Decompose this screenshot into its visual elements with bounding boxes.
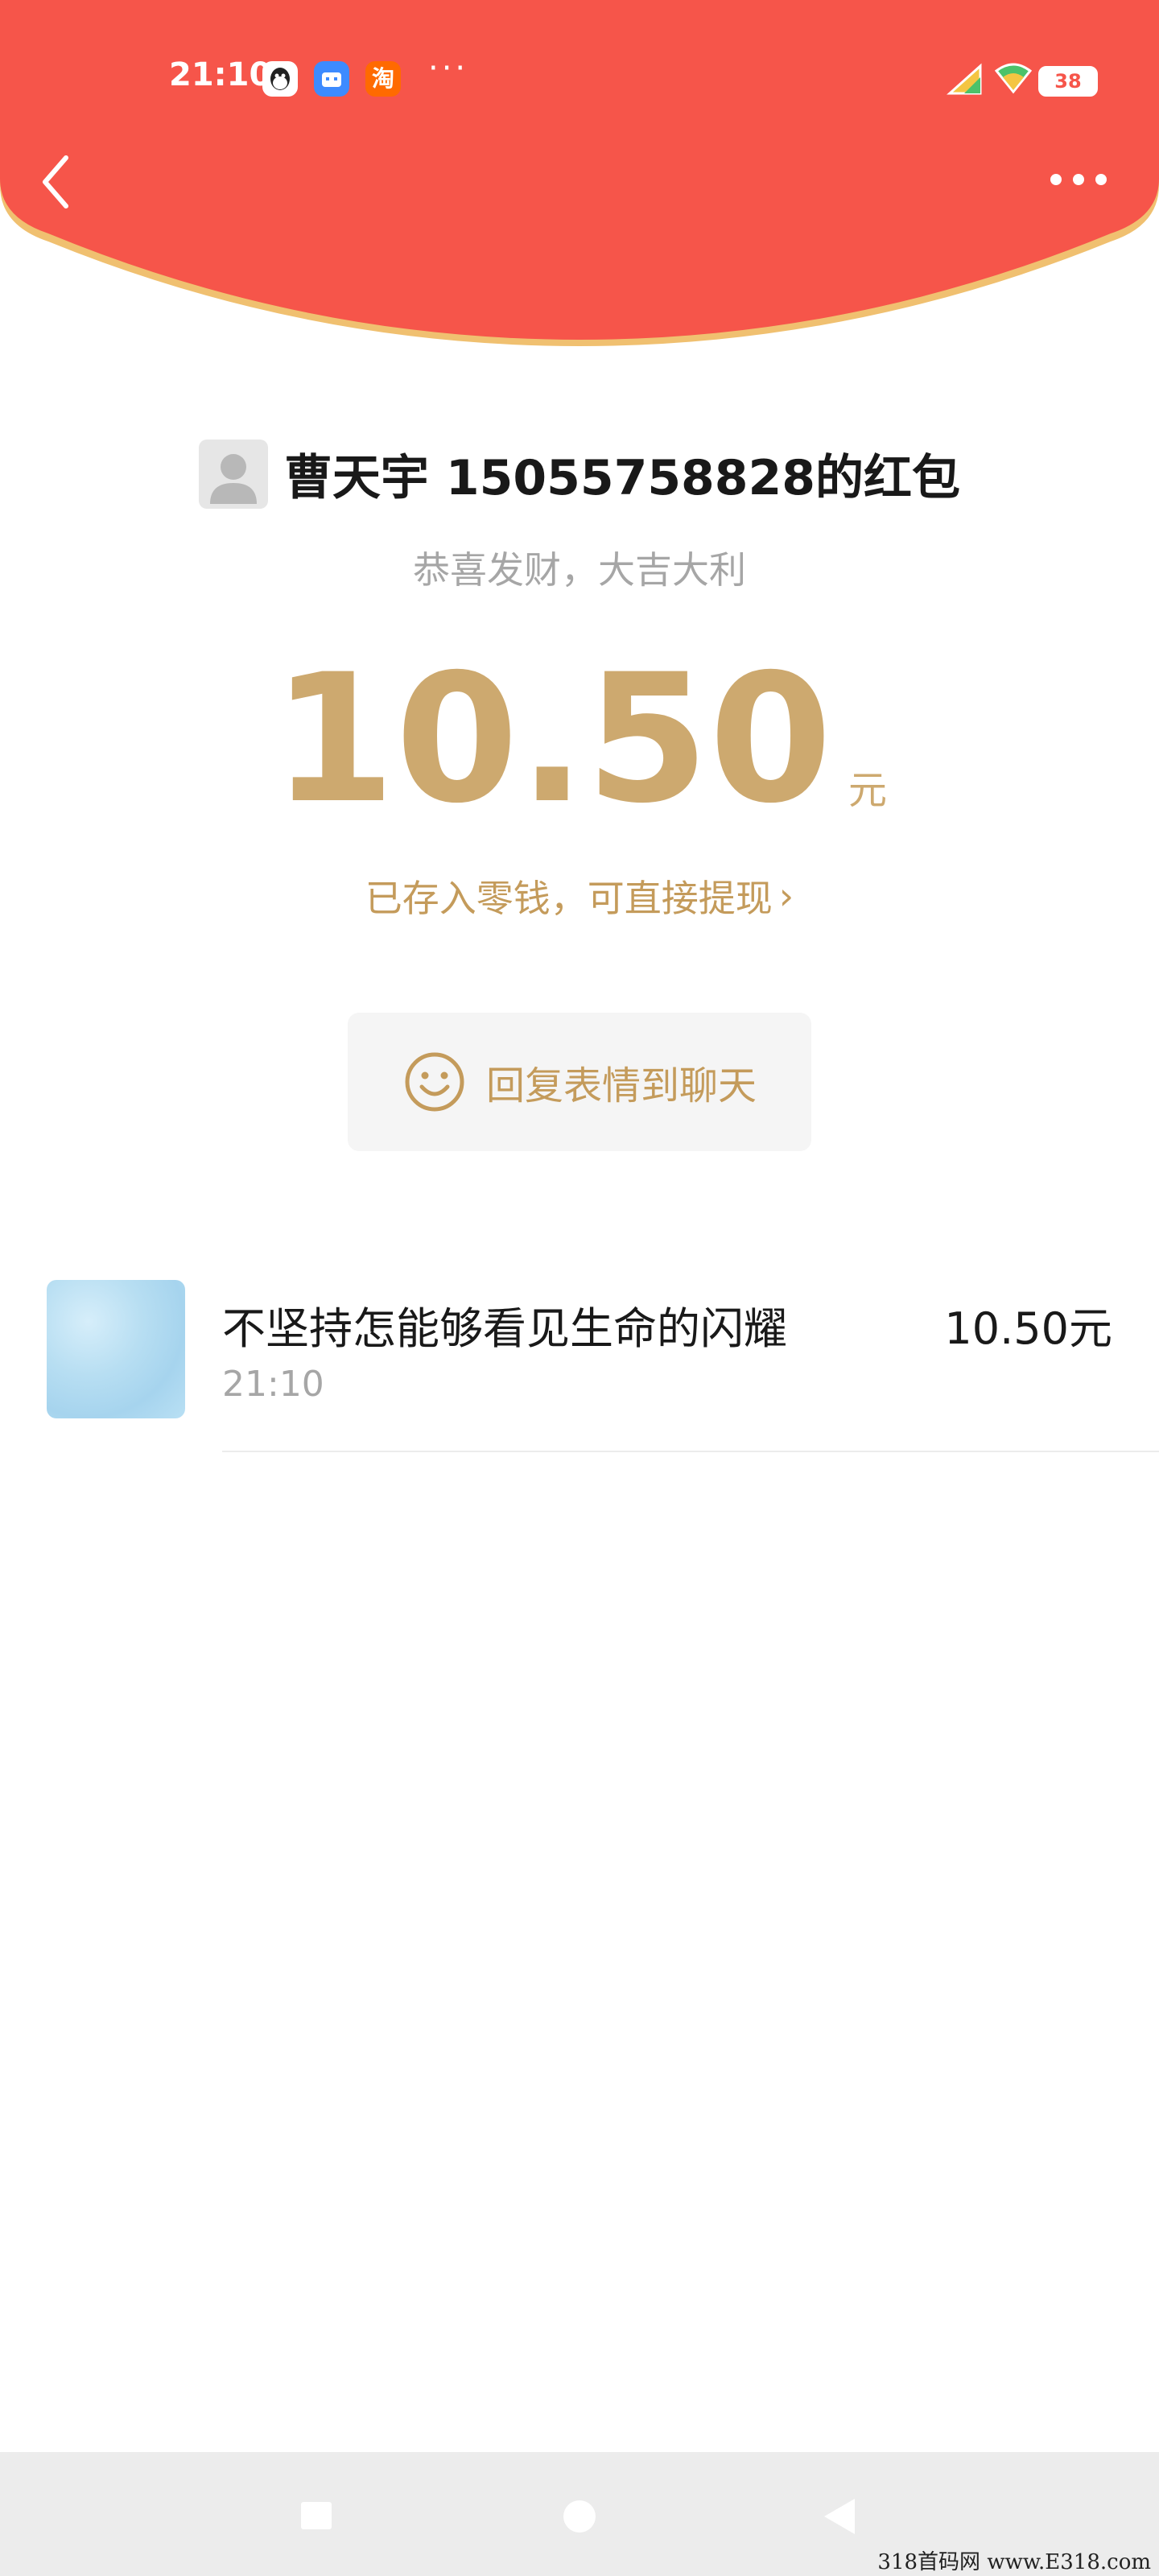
signal-icon	[947, 63, 984, 98]
list-item[interactable]: 不坚持怎能够看见生命的闪耀 10.50元 21:10	[0, 1275, 1159, 1452]
taobao-icon: 淘	[365, 61, 401, 97]
recent-apps-icon[interactable]	[301, 2502, 332, 2529]
chevron-right-icon: ›	[778, 874, 794, 918]
sender-row: 曹天宇 15055758828的红包	[0, 439, 1159, 509]
amount-display: 10.50 元	[0, 650, 1159, 828]
default-avatar-icon	[209, 453, 257, 504]
received-time: 21:10	[222, 1364, 324, 1405]
status-more-icon: ···	[428, 50, 469, 87]
reply-button-label: 回复表情到聊天	[485, 1063, 757, 1108]
status-time: 21:10	[169, 56, 272, 93]
wifi-icon	[994, 63, 1033, 98]
deposit-link[interactable]: 已存入零钱，可直接提现 ›	[0, 869, 1159, 923]
battery-level: 38	[1054, 70, 1082, 93]
sender-name: 曹天宇 15055758828的红包	[283, 450, 961, 506]
received-amount: 10.50元	[944, 1303, 1112, 1354]
battery-indicator: 38	[1038, 66, 1098, 97]
avatar[interactable]	[198, 439, 268, 509]
watermark: 318首码网 www.E318.com	[877, 2550, 1151, 2574]
back-button[interactable]	[34, 150, 79, 214]
more-options-button[interactable]	[1046, 161, 1111, 198]
receiver-avatar	[47, 1280, 185, 1418]
chevron-left-icon	[43, 155, 68, 208]
reply-emoji-button[interactable]: 回复表情到聊天	[348, 1013, 811, 1151]
bilibili-icon	[314, 61, 349, 97]
qq-icon	[262, 61, 298, 97]
divider	[222, 1451, 1159, 1452]
smiley-icon	[405, 1052, 464, 1112]
deposit-note: 已存入零钱，可直接提现	[365, 877, 773, 920]
header-background	[0, 0, 1159, 354]
more-dots-icon	[1050, 174, 1107, 185]
amount-value: 10.50	[272, 636, 832, 842]
amount-unit: 元	[848, 768, 887, 813]
blessing-text: 恭喜发财，大吉大利	[413, 548, 746, 592]
back-icon[interactable]	[824, 2499, 855, 2534]
receiver-name: 不坚持怎能够看见生命的闪耀	[222, 1303, 787, 1354]
home-icon[interactable]	[563, 2500, 596, 2533]
